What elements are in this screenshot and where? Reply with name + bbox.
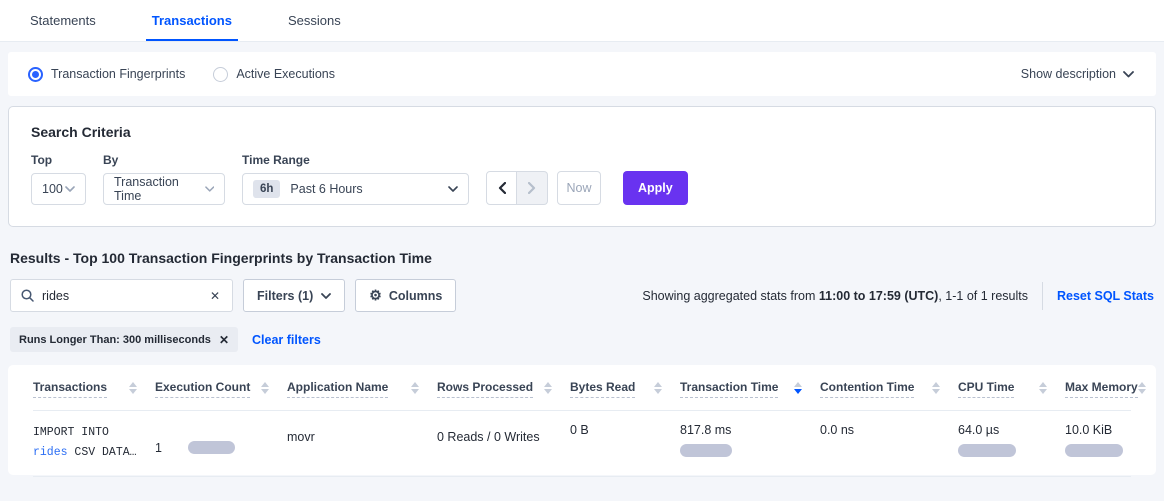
transaction-time-bar (680, 444, 732, 457)
previous-time-window-button[interactable] (486, 171, 517, 205)
chevron-down-icon (65, 186, 75, 192)
tab-statements[interactable]: Statements (24, 0, 102, 41)
rows-processed-cell: 0 Reads / 0 Writes (437, 423, 570, 463)
apply-button[interactable]: Apply (623, 171, 688, 205)
cpu-time-bar (958, 444, 1016, 457)
filter-pill-runs-longer-than[interactable]: Runs Longer Than: 300 milliseconds ✕ (10, 327, 238, 352)
execution-count-bar (188, 441, 235, 454)
sort-icon[interactable] (411, 382, 419, 394)
sort-icon[interactable] (1039, 382, 1047, 394)
next-time-window-button[interactable] (517, 171, 548, 205)
search-input[interactable] (42, 289, 208, 303)
top-select[interactable]: 100 (31, 173, 86, 205)
column-header-max-memory[interactable]: Max Memory (1065, 380, 1131, 398)
divider (1042, 282, 1043, 310)
contention-time-cell: 0.0 ns (820, 423, 958, 463)
column-header-cpu-time[interactable]: CPU Time (958, 380, 1065, 398)
show-description-toggle[interactable]: Show description (1021, 67, 1134, 81)
remove-filter-icon[interactable]: ✕ (219, 333, 229, 347)
by-field-label: By (103, 153, 225, 167)
column-header-bytes-read[interactable]: Bytes Read (570, 380, 680, 398)
results-toolbar: ✕ Filters (1) ⚙ Columns Showing aggregat… (10, 279, 1154, 312)
gear-icon: ⚙ (369, 287, 382, 304)
sort-icon[interactable] (932, 382, 940, 394)
time-range-label: Time Range (242, 153, 469, 167)
radio-transaction-fingerprints[interactable]: Transaction Fingerprints (28, 67, 185, 82)
tab-sessions[interactable]: Sessions (282, 0, 347, 41)
column-header-rows-processed[interactable]: Rows Processed (437, 380, 570, 398)
radio-selected-icon (28, 67, 43, 82)
sort-icon[interactable] (544, 382, 552, 394)
radio-active-executions[interactable]: Active Executions (213, 67, 335, 82)
sort-icon[interactable] (1138, 382, 1146, 394)
time-range-badge: 6h (253, 180, 280, 198)
by-field: By Transaction Time (103, 153, 225, 205)
time-window-nav (486, 171, 548, 205)
top-field: Top 100 (31, 153, 86, 205)
applied-filters-row: Runs Longer Than: 300 milliseconds ✕ Cle… (10, 327, 1164, 352)
chevron-down-icon (205, 186, 214, 192)
transaction-fingerprint-link[interactable]: rides (33, 446, 68, 459)
clear-search-icon[interactable]: ✕ (208, 288, 222, 304)
columns-button[interactable]: ⚙ Columns (355, 279, 456, 312)
aggregated-stats-text: Showing aggregated stats from 11:00 to 1… (642, 289, 1028, 303)
column-header-contention-time[interactable]: Contention Time (820, 380, 958, 398)
now-button[interactable]: Now (557, 171, 601, 205)
clear-filters-link[interactable]: Clear filters (252, 333, 321, 347)
radio-unselected-icon (213, 67, 228, 82)
transaction-time-cell: 817.8 ms (680, 423, 820, 463)
tab-transactions[interactable]: Transactions (146, 0, 238, 41)
chevron-down-icon (448, 186, 458, 192)
top-field-label: Top (31, 153, 86, 167)
view-toggle-card: Transaction Fingerprints Active Executio… (8, 52, 1156, 96)
chevron-left-icon (498, 182, 506, 194)
time-range-field: Time Range 6h Past 6 Hours (242, 153, 469, 205)
column-header-transaction-time[interactable]: Transaction Time (680, 380, 820, 398)
cpu-time-cell: 64.0 µs (958, 423, 1065, 463)
execution-count-cell: 1 (155, 423, 287, 463)
search-criteria-title: Search Criteria (31, 124, 1133, 140)
chevron-down-icon (1123, 71, 1134, 78)
search-icon (21, 289, 34, 302)
transaction-statement-cell[interactable]: IMPORT INTO rides CSV DATA… (33, 423, 155, 463)
column-header-application-name[interactable]: Application Name (287, 380, 437, 398)
sort-icon-descending[interactable] (794, 382, 802, 394)
column-header-execution-count[interactable]: Execution Count (155, 380, 287, 398)
chevron-right-icon (528, 182, 536, 194)
results-table: Transactions Execution Count Application… (8, 365, 1156, 475)
sort-icon[interactable] (129, 382, 137, 394)
search-criteria-panel: Search Criteria Top 100 By Transaction T… (8, 106, 1156, 227)
column-header-transactions[interactable]: Transactions (33, 380, 155, 398)
sort-icon[interactable] (261, 382, 269, 394)
table-row: IMPORT INTO rides CSV DATA… 1 movr 0 Rea… (33, 410, 1131, 477)
application-name-cell: movr (287, 423, 437, 463)
filters-button[interactable]: Filters (1) (243, 279, 345, 312)
max-memory-bar (1065, 444, 1123, 457)
table-header-row: Transactions Execution Count Application… (33, 365, 1131, 398)
bytes-read-cell: 0 B (570, 423, 680, 463)
max-memory-cell: 10.0 KiB (1065, 423, 1131, 463)
results-heading: Results - Top 100 Transaction Fingerprin… (10, 250, 1164, 266)
reset-sql-stats-link[interactable]: Reset SQL Stats (1057, 289, 1154, 303)
time-range-select[interactable]: 6h Past 6 Hours (242, 173, 469, 205)
search-box[interactable]: ✕ (10, 279, 233, 312)
chevron-down-icon (321, 293, 331, 299)
sort-icon[interactable] (654, 382, 662, 394)
top-tab-bar: Statements Transactions Sessions (0, 0, 1164, 42)
by-select[interactable]: Transaction Time (103, 173, 225, 205)
